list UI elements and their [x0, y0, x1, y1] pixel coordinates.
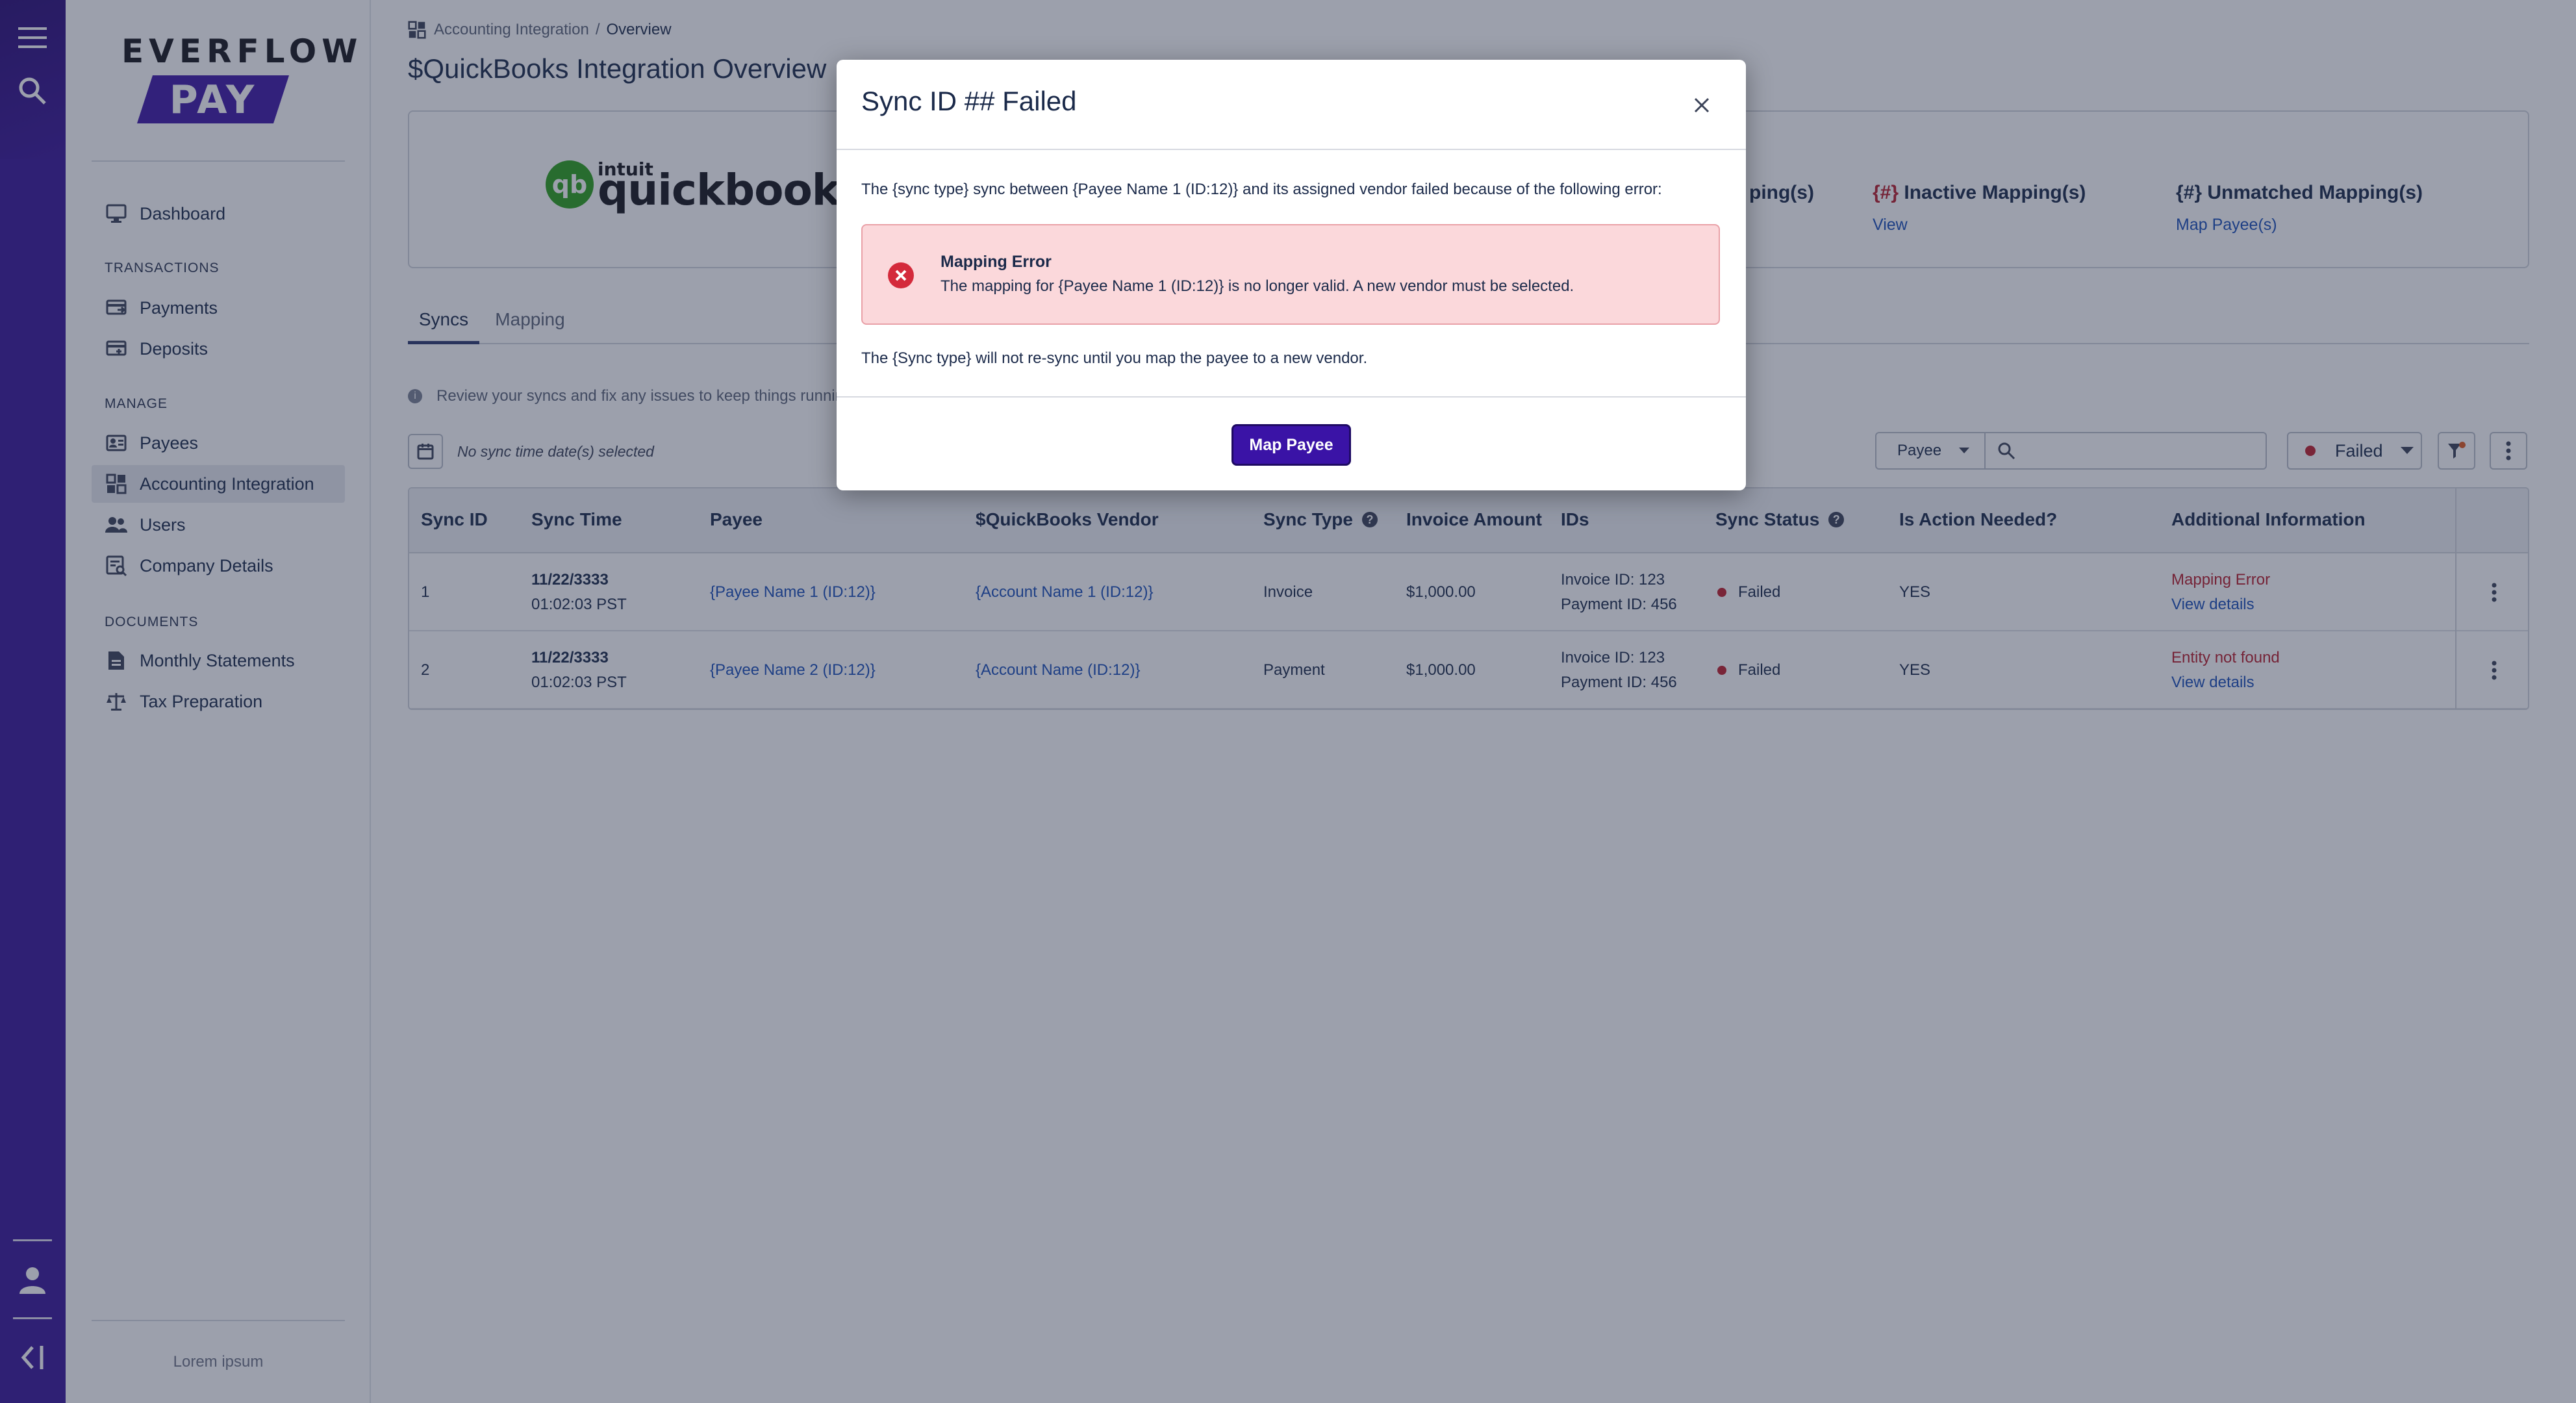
dialog-divider [837, 396, 1746, 398]
sync-failed-dialog: Sync ID ## Failed The {sync type} sync b… [837, 60, 1746, 490]
dialog-intro-text: The {sync type} sync between {Payee Name… [861, 181, 1662, 198]
alert-title: Mapping Error [941, 253, 1052, 271]
dialog-divider [837, 149, 1746, 150]
error-alert: Mapping Error The mapping for {Payee Nam… [861, 224, 1720, 325]
error-icon [888, 262, 914, 288]
dialog-title: Sync ID ## Failed [861, 86, 1077, 116]
alert-message: The mapping for {Payee Name 1 (ID:12)} i… [941, 277, 1574, 295]
map-payee-button[interactable]: Map Payee [1231, 424, 1351, 466]
dialog-note-text: The {Sync type} will not re-sync until y… [861, 349, 1368, 367]
close-button[interactable] [1684, 87, 1720, 123]
close-icon [1694, 97, 1710, 113]
